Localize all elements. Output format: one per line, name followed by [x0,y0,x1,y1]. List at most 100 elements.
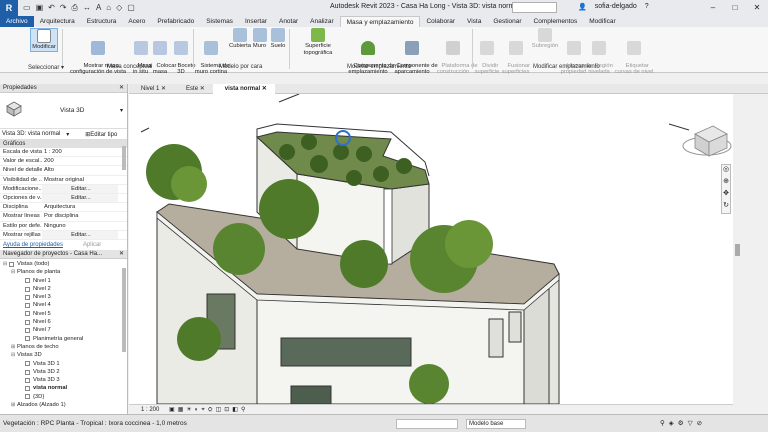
building-pad-button[interactable]: Plataforma de construcción [435,28,478,82]
user-icon[interactable]: 👤 [578,3,587,11]
close-icon[interactable]: ✕ [119,84,124,93]
window-east[interactable] [488,318,504,358]
tree-node[interactable]: Vista 3D 1 [0,360,127,368]
search-input[interactable] [512,2,557,13]
property-lines-button[interactable]: Líneas de propiedad [560,28,592,82]
open-icon[interactable]: ▭ [23,3,31,13]
window-lower[interactable] [290,385,332,404]
panel-title-select[interactable]: Seleccionar ▾ [28,64,64,71]
revit-logo-icon[interactable]: R [0,0,18,16]
tree-node[interactable]: Nivel 7 [0,326,127,334]
ribbon-tab[interactable]: Colaborar [420,16,461,27]
tree-icon[interactable] [356,146,372,162]
tree-icon[interactable] [310,155,328,173]
instance-filter-select[interactable]: Vista 3D: vista normal [2,131,60,137]
chevron-down-icon[interactable]: ▾ [66,131,69,138]
drawing-area[interactable]: ◎ ⊕ ✥ ↻ [129,94,733,404]
roof-button[interactable]: Cubierta [229,28,251,50]
annotate-icon[interactable]: A [96,3,101,13]
tree-icon[interactable] [373,166,389,182]
floor-button[interactable]: Suelo [269,28,287,50]
tree-node[interactable]: {3D} [0,393,127,401]
help-icon[interactable]: ? [645,3,649,11]
vertical-scrollbar[interactable] [733,94,742,404]
tree-node[interactable]: Vista 3D 2 [0,368,127,376]
close-icon[interactable]: ✕ [159,86,166,92]
scroll-thumb[interactable] [735,244,740,256]
zoom-icon[interactable]: ⊕ [722,177,730,189]
building-3d-view[interactable] [129,94,733,404]
tree-node[interactable]: vista normal [0,384,127,392]
save-icon[interactable]: ▣ [36,3,44,13]
tree-node[interactable]: Nivel 6 [0,318,127,326]
ribbon-tab[interactable]: Sistemas [200,16,239,27]
parking-component-button[interactable]: Componente de aparcamiento [390,28,438,82]
ribbon-tab[interactable]: Prefabricado [151,16,200,27]
view-scale[interactable]: 1 : 200 [141,407,159,413]
property-value[interactable]: Arquitectura [42,203,118,211]
tree-node[interactable]: Nivel 4 [0,301,127,309]
tree-node[interactable]: ⊟ Planos de planta [0,268,127,276]
design-option-selector[interactable]: Modelo base [466,419,526,429]
place-mass-button[interactable]: Colocar masa [150,28,176,82]
orbit-icon[interactable]: ↻ [722,201,730,213]
apply-button[interactable]: Aplicar [83,242,101,248]
close-icon[interactable]: ✕ [746,0,768,16]
section-icon[interactable]: ◇ [116,3,122,13]
tree-icon[interactable] [445,220,493,268]
merge-surfaces-button[interactable]: Fusionar superficies [501,28,530,82]
building-east-wall-2[interactable] [548,272,560,404]
workset-selector[interactable] [396,419,458,429]
close-icon[interactable]: ✕ [260,86,267,92]
site-component-button[interactable]: Componente de emplazamiento [347,28,395,82]
property-value[interactable]: Por disciplina [42,212,118,220]
show-mass-button[interactable]: Mostrar masa configuración de vista [66,28,130,82]
pan-icon[interactable]: ✥ [722,189,730,201]
tree-node[interactable]: ⊞ Planos de techo [0,343,127,351]
tree-icon[interactable] [259,179,319,239]
tree-icon[interactable] [301,134,317,150]
ribbon-tab[interactable]: Modificar [583,16,621,27]
modify-button[interactable]: Modificar [30,28,58,52]
tree-node[interactable]: ⊟ Vistas 3D [0,351,127,359]
minimize-icon[interactable]: – [702,0,724,16]
ribbon-tab[interactable]: Insertar [239,16,273,27]
maximize-icon[interactable]: □ [724,0,746,16]
properties-help-link[interactable]: Ayuda de propiedades [3,242,63,248]
tree-node[interactable]: Planimetría general [0,335,127,343]
window-east-2[interactable] [508,311,522,343]
undo-icon[interactable]: ↶ [48,3,55,13]
tree-icon[interactable] [409,364,449,404]
graded-region-button[interactable]: Región nivelada [588,28,613,82]
edit-type-button[interactable]: ⊞Editar tipo [85,131,117,138]
chevron-down-icon[interactable]: ▾ [120,107,123,114]
tree-icon[interactable] [171,166,207,202]
view-tab[interactable]: vista normal ✕ [212,84,275,94]
curtain-system-button[interactable]: Sistema de muro cortina [194,28,229,82]
tree-icon[interactable] [346,170,362,186]
category-graphics[interactable]: Gráficos [0,140,127,148]
ribbon-tab[interactable]: Archivo [0,16,34,27]
window-strip[interactable] [280,337,412,367]
ribbon-tab[interactable]: Arquitectura [34,16,81,27]
ribbon-tab[interactable]: Estructura [81,16,123,27]
close-icon[interactable]: ✕ [119,250,124,259]
tree-node[interactable]: ⊟ Vistas (todo) [0,260,127,268]
redo-icon[interactable]: ↷ [60,3,67,13]
ribbon-tab[interactable]: Analizar [304,16,339,27]
tree-icon[interactable] [213,223,265,275]
property-value[interactable]: Editar... [42,230,118,239]
ribbon-tab[interactable]: Vista [461,16,487,27]
ribbon-tab[interactable]: Anotar [273,16,304,27]
type-selector[interactable]: Vista 3D ▾ [0,93,127,129]
toposurface-button[interactable]: Superficie topográfica [290,28,346,56]
ribbon-tab[interactable]: Acero [122,16,151,27]
subregion-button[interactable]: Subregión [531,28,559,50]
split-surface-button[interactable]: Dividir superficie [474,28,500,82]
property-value[interactable]: Editar... [42,184,118,193]
ribbon-tab[interactable]: Complementos [528,16,584,27]
in-place-mass-button[interactable]: Masa in situ [131,28,152,82]
tree-icon[interactable] [177,317,221,361]
tree-icon[interactable] [279,144,295,160]
property-value[interactable]: 1 : 200 [42,148,118,156]
